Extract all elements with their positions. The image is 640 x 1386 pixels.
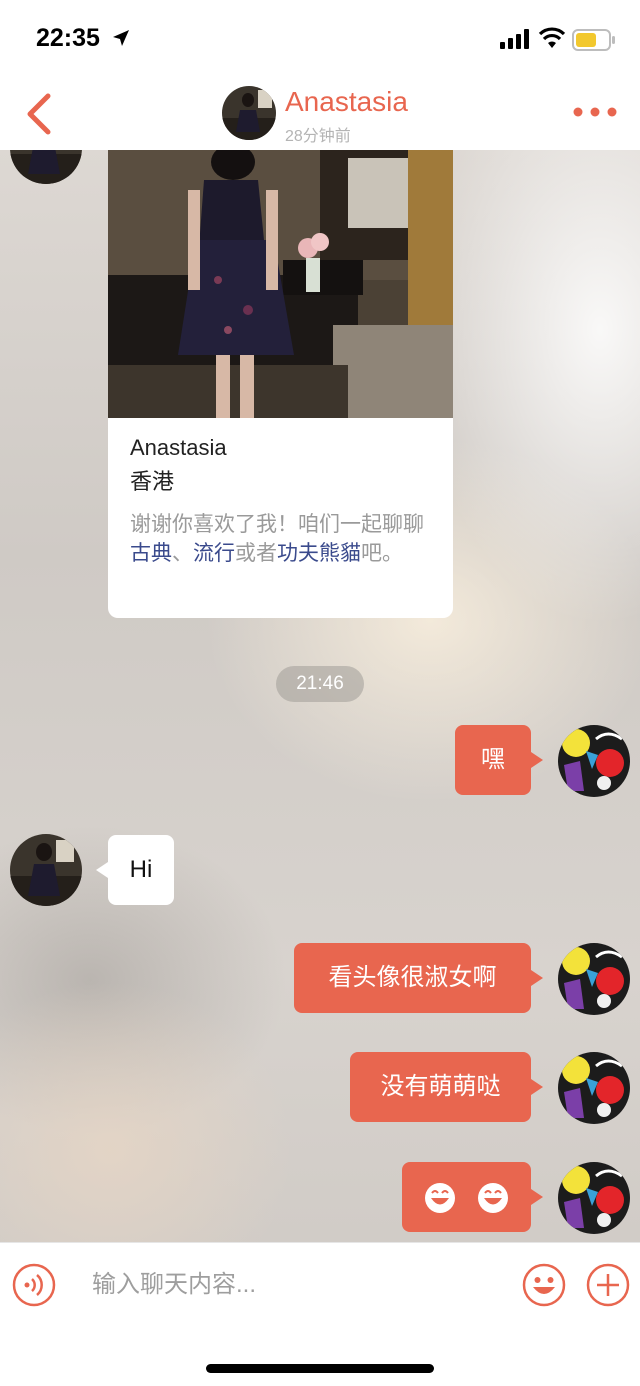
contact-avatar[interactable] [222,86,276,140]
timestamp-chip: 21:46 [276,666,364,702]
location-arrow-icon [113,30,129,46]
more-dots-icon[interactable] [570,100,620,124]
grinning-face-icon [425,1182,456,1213]
profile-photo [108,150,453,418]
message-list[interactable]: Anastasia 香港 谢谢你喜欢了我！咱们一起聊聊古典、流行或者功夫熊貓吧。… [0,150,640,1242]
chat-input[interactable] [92,1265,492,1305]
battery-icon [572,29,615,51]
chat-header: Anastasia 28分钟前 [0,78,640,150]
last-seen: 28分钟前 [285,128,351,145]
home-indicator [206,1364,434,1373]
message-bubble-out[interactable] [402,1162,543,1232]
my-avatar[interactable] [558,943,630,1015]
status-bar: 22:35 [0,0,640,78]
keyword-link[interactable]: 流行 [193,542,235,565]
profile-card[interactable]: Anastasia 香港 谢谢你喜欢了我！咱们一起聊聊古典、流行或者功夫熊貓吧。 [108,150,453,618]
my-avatar[interactable] [558,1162,630,1234]
my-avatar[interactable] [558,1052,630,1124]
contact-avatar-small[interactable] [10,834,82,906]
smiley-icon[interactable] [522,1263,566,1307]
card-message-text: 或者 [235,542,277,565]
input-bar [0,1242,640,1386]
back-button[interactable] [22,92,58,136]
status-time: 22:35 [36,24,100,52]
contact-name[interactable]: Anastasia [285,86,408,118]
my-avatar[interactable] [558,725,630,797]
message-bubble-out[interactable]: 看头像很淑女啊 [294,943,543,1013]
card-message-text: 、 [172,542,193,565]
plus-icon[interactable] [586,1263,630,1307]
signal-bars-icon [500,29,529,49]
wifi-icon [538,27,566,48]
card-name: Anastasia [130,435,227,460]
card-city: 香港 [130,469,175,494]
message-bubble-out[interactable]: 没有萌萌哒 [350,1052,543,1122]
message-bubble-in[interactable]: Hi [96,835,174,905]
grinning-face-icon [477,1182,508,1213]
contact-avatar-small[interactable] [10,150,82,184]
message-bubble-out[interactable]: 嘿 [455,725,543,795]
voice-icon[interactable] [12,1263,56,1307]
card-message-text: 谢谢你喜欢了我！咱们一起聊聊 [130,513,424,536]
card-message-text: 吧。 [361,542,403,565]
card-message: 谢谢你喜欢了我！咱们一起聊聊古典、流行或者功夫熊貓吧。 [130,510,435,568]
keyword-link[interactable]: 功夫熊貓 [277,542,361,565]
keyword-link[interactable]: 古典 [130,542,172,565]
